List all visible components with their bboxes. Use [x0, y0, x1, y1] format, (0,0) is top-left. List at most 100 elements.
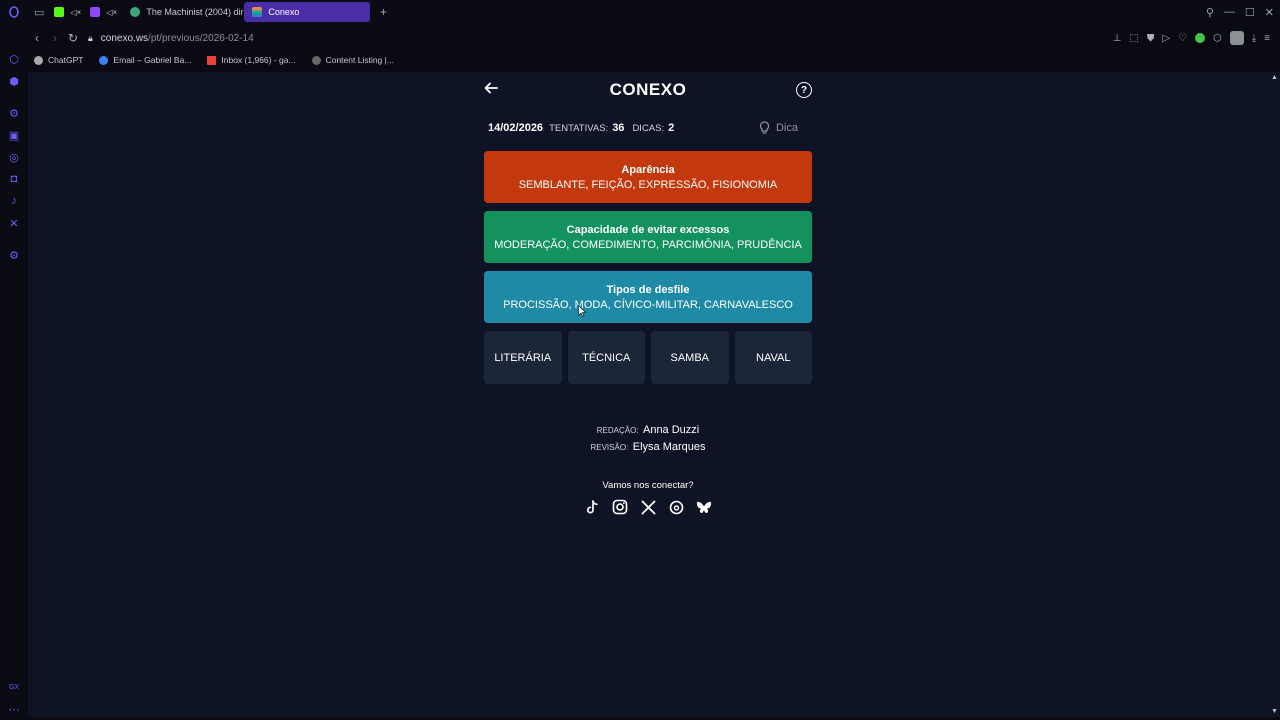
- site-icon: [311, 55, 321, 65]
- word-tile[interactable]: NAVAL: [734, 331, 812, 384]
- game-header: CONEXO ?: [484, 72, 812, 108]
- attempts-label: TENTATIVAS:: [549, 122, 609, 134]
- tab-title: The Machinist (2004) dire: [146, 7, 245, 17]
- menu-icon[interactable]: ≡: [1264, 33, 1270, 44]
- x-sidebar-icon[interactable]: ✕: [7, 216, 21, 230]
- close-button[interactable]: ✕: [1265, 6, 1274, 19]
- mute-icon[interactable]: ◁×: [106, 8, 117, 17]
- chatgpt-icon: [34, 55, 43, 65]
- word-tile[interactable]: SAMBA: [651, 331, 729, 384]
- play-icon[interactable]: ▷: [1162, 33, 1170, 44]
- bookmark-content-listing[interactable]: Content Listing |...: [311, 55, 394, 65]
- instagram-sidebar-icon[interactable]: ◘: [7, 172, 21, 186]
- instagram-icon[interactable]: [612, 499, 628, 515]
- shield-icon[interactable]: ⛊: [1147, 33, 1155, 44]
- puzzle-date: 14/02/2026: [488, 122, 544, 134]
- tiktok-sidebar-icon[interactable]: ♪: [7, 194, 21, 208]
- game-stats: 14/02/2026 TENTATIVAS: 36 DICAS: 2 Dica: [484, 118, 812, 138]
- tab-machinist[interactable]: The Machinist (2004) dire: [122, 2, 244, 22]
- url-path: /pt/previous/2026-02-14: [148, 32, 254, 44]
- bookmark-email[interactable]: Email – Gabriel Ba...: [99, 55, 191, 65]
- gx-logo-icon: GX: [8, 683, 20, 691]
- extensions-puzzle-icon[interactable]: ⬡: [1213, 33, 1222, 44]
- mouse-cursor-icon: [578, 304, 587, 317]
- bookmark-chatgpt[interactable]: ChatGPT: [34, 55, 83, 65]
- word-tile[interactable]: LITERÁRIA: [484, 331, 562, 384]
- conexo-favicon-icon: [252, 7, 263, 17]
- back-button[interactable]: ‹: [28, 28, 46, 48]
- window-controls: ⚲ — ☐ ✕: [1206, 0, 1274, 24]
- group-title: Aparência: [621, 163, 675, 176]
- word-tile[interactable]: TÉCNICA: [567, 331, 645, 384]
- solved-group: Capacidade de evitar excessos MODERAÇÃO,…: [484, 211, 812, 263]
- minimize-button[interactable]: —: [1224, 6, 1235, 18]
- attempts-value: 36: [612, 122, 625, 134]
- social-links: [484, 499, 812, 515]
- threads-icon[interactable]: [668, 499, 684, 515]
- url-host: conexo.ws: [100, 32, 149, 44]
- page-title: CONEXO: [609, 80, 687, 99]
- conexo-game: CONEXO ? 14/02/2026 TENTATIVAS: 36 DICAS…: [484, 72, 812, 515]
- tab-kick[interactable]: ◁×: [50, 2, 86, 22]
- kick-icon: [54, 7, 65, 17]
- reviewer-role: REVISÃO:: [590, 443, 629, 452]
- browser-sidebar: ⬡ ⬢ ⚙ ▣ ◎ ◘ ♪ ✕ ⚙ GX ⋯: [0, 24, 28, 720]
- group-title: Capacidade de evitar excessos: [566, 223, 730, 236]
- x-icon[interactable]: [640, 499, 656, 515]
- tab-twitch[interactable]: ◁×: [86, 2, 122, 22]
- hints-value: 2: [668, 122, 675, 134]
- twitch-sidebar-icon[interactable]: ▣: [7, 128, 21, 142]
- url-field[interactable]: 🔒︎ conexo.ws/pt/previous/2026-02-14: [88, 33, 254, 44]
- page-scrollbar[interactable]: ▲ ▼: [1268, 72, 1280, 717]
- scroll-down-arrow-icon[interactable]: ▼: [1271, 708, 1278, 715]
- hint-button[interactable]: Dica: [759, 121, 798, 135]
- back-arrow-icon[interactable]: [484, 81, 500, 97]
- extensions-icon[interactable]: ⚙: [7, 248, 21, 262]
- bookmark-label: ChatGPT: [48, 55, 84, 65]
- forward-button[interactable]: ›: [46, 28, 64, 48]
- scroll-up-arrow-icon[interactable]: ▲: [1271, 74, 1278, 81]
- reviewer-name: Elysa Marques: [632, 441, 706, 453]
- settings-icon[interactable]: ⚙: [7, 106, 21, 120]
- reload-button[interactable]: ↻: [64, 28, 82, 48]
- group-words: SEMBLANTE, FEIÇÃO, EXPRESSÃO, FISIONOMIA: [518, 178, 778, 191]
- hints-label: DICAS:: [632, 122, 665, 134]
- pin-icon[interactable]: ⊥: [1113, 33, 1122, 44]
- whatsapp-icon[interactable]: ◎: [7, 150, 21, 164]
- opera-logo-icon[interactable]: [0, 0, 28, 24]
- lock-icon: 🔒︎: [88, 32, 93, 43]
- toolbar-right: ⊥ ⬚ ⛊ ▷ ♡ ⬡ ⤓ ≡: [1113, 28, 1270, 48]
- tiktok-icon[interactable]: [584, 499, 600, 515]
- group-words: MODERAÇÃO, COMEDIMENTO, PARCIMÔNIA, PRUD…: [494, 238, 802, 251]
- word-tiles: LITERÁRIA TÉCNICA SAMBA NAVAL: [484, 331, 812, 384]
- hint-label: Dica: [775, 122, 798, 134]
- browser-tab-bar: ▭ ◁× ◁× The Machinist (2004) dire Conexo…: [0, 0, 1280, 24]
- connect-label: Vamos nos conectar?: [602, 480, 694, 491]
- address-bar: ‹ › ↻ 🔒︎ conexo.ws/pt/previous/2026-02-1…: [28, 28, 1280, 48]
- writer-name: Anna Duzzi: [642, 424, 700, 436]
- page-viewport: CONEXO ? 14/02/2026 TENTATIVAS: 36 DICAS…: [28, 72, 1268, 717]
- lightbulb-icon: [759, 121, 770, 134]
- vpn-icon[interactable]: [1195, 33, 1205, 43]
- help-icon[interactable]: ?: [796, 82, 812, 98]
- bookmark-inbox[interactable]: Inbox (1,966) - ga...: [207, 55, 296, 65]
- bookmark-label: Content Listing |...: [325, 55, 394, 65]
- more-icon[interactable]: ⋯: [7, 702, 21, 716]
- profile-avatar[interactable]: [1229, 31, 1244, 45]
- tab-overview-icon[interactable]: ▭: [28, 0, 50, 24]
- search-icon[interactable]: ⚲: [1206, 6, 1214, 19]
- aria-icon[interactable]: ⬡: [7, 52, 21, 66]
- new-tab-button[interactable]: +: [374, 3, 392, 21]
- download-icon[interactable]: ⤓: [1252, 33, 1256, 44]
- bluesky-icon[interactable]: [696, 499, 712, 515]
- snapshot-icon[interactable]: ⬚: [1129, 33, 1138, 44]
- site-favicon-icon: [130, 7, 141, 17]
- heart-icon[interactable]: ♡: [1178, 33, 1187, 44]
- solved-group: Aparência SEMBLANTE, FEIÇÃO, EXPRESSÃO, …: [484, 151, 812, 203]
- writer-role: REDAÇÃO:: [596, 426, 639, 435]
- mute-icon[interactable]: ◁×: [70, 8, 81, 17]
- bookmarks-bar: ChatGPT Email – Gabriel Ba... Inbox (1,9…: [28, 52, 1280, 68]
- maximize-button[interactable]: ☐: [1245, 6, 1255, 19]
- tab-conexo[interactable]: Conexo: [244, 2, 371, 22]
- gx-corner-icon[interactable]: ⬢: [7, 74, 21, 88]
